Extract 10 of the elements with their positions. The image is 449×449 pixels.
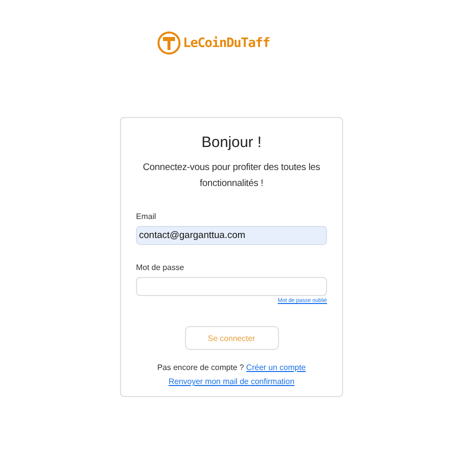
logo-text: LeCoinDuTaff [183, 36, 270, 50]
resend-confirmation-link[interactable]: Renvoyer mon mail de confirmation [168, 377, 294, 386]
card-title: Bonjour ! [200, 134, 263, 151]
signup-prompt: Pas encore de compte ? [157, 363, 244, 372]
signup-link[interactable]: Créer un compte [246, 363, 306, 372]
password-field[interactable] [136, 277, 327, 296]
email-field[interactable]: contact@garganttua.com [136, 226, 327, 245]
card-subtitle: Connectez-vous pour profiter des toutes les fonctionnalités ! [142, 161, 322, 191]
field-label: Email [136, 212, 158, 221]
field-label: Mot de passe [136, 263, 186, 272]
